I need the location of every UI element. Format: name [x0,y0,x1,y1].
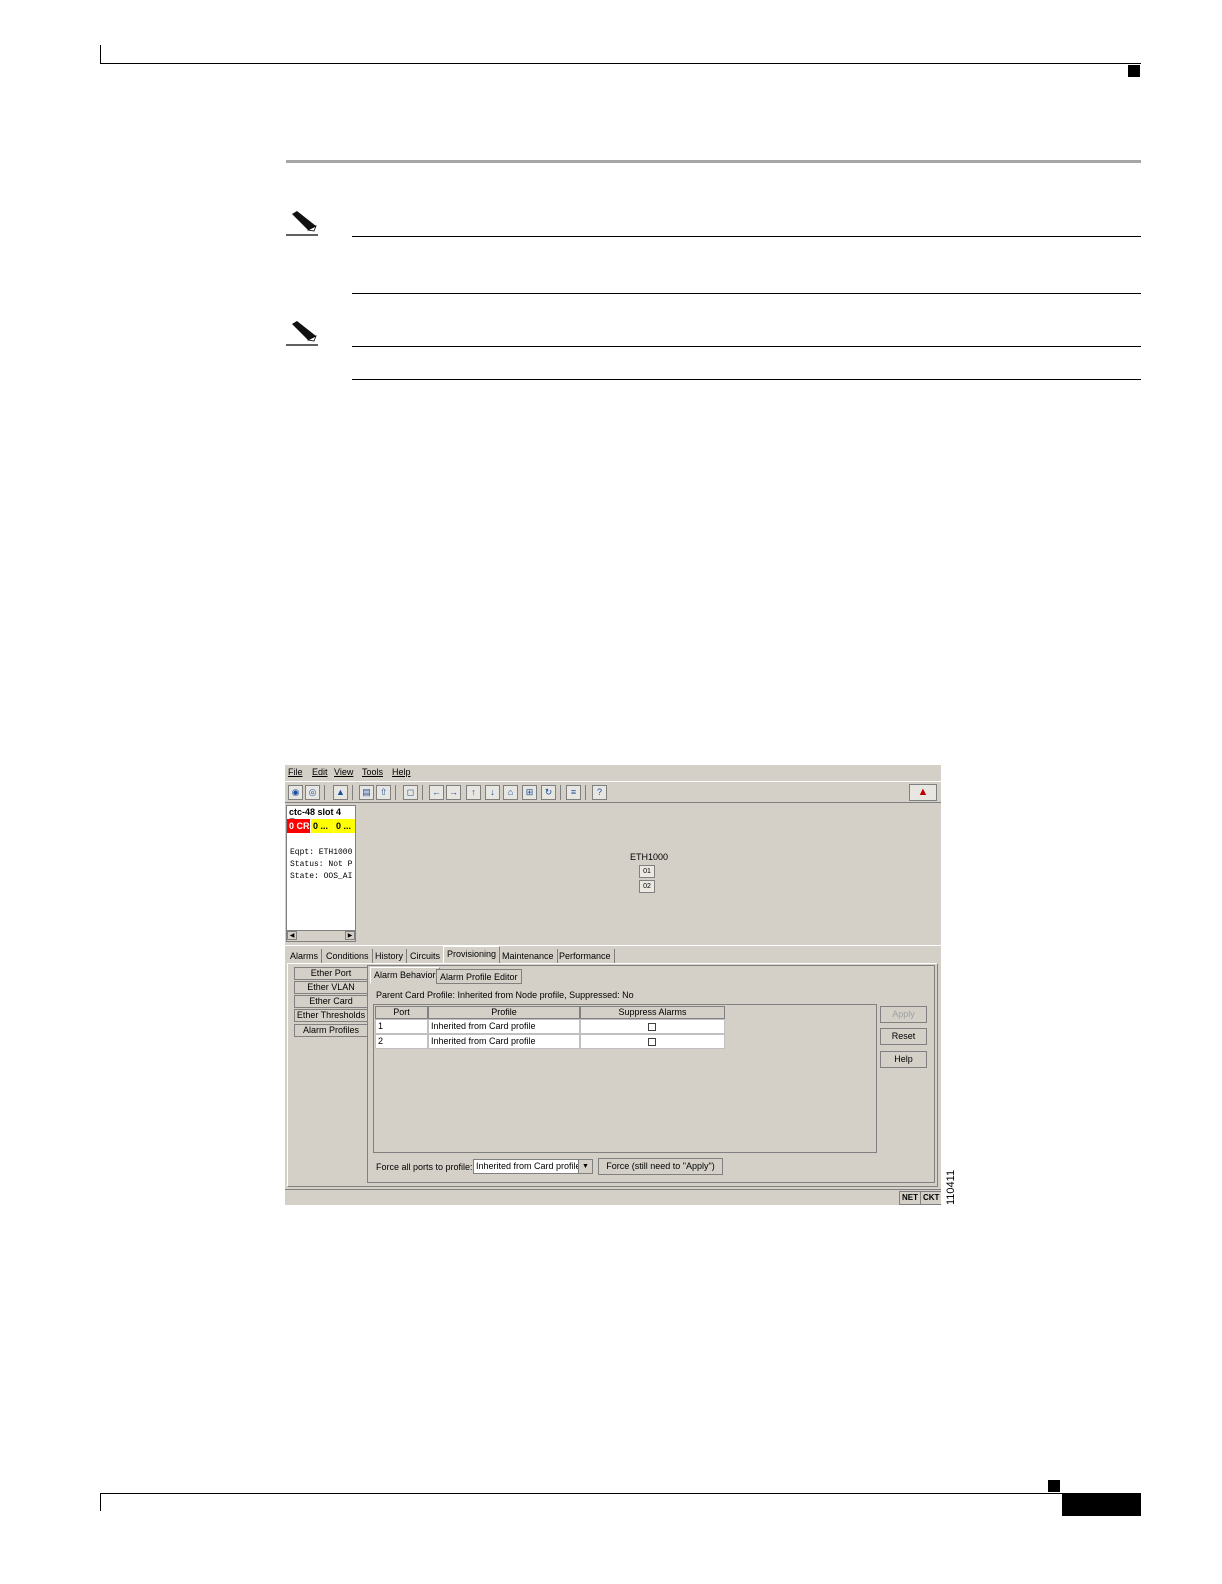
note-rule-top [352,236,1141,237]
ckt-status[interactable]: CKT [920,1191,941,1205]
card-view: ETH1000 01 02 [357,805,941,942]
net-status[interactable]: NET [899,1191,921,1205]
minor-alarm-badge: 0 ... [334,819,355,833]
tab-alarms[interactable]: Alarms [287,949,323,963]
tab-history[interactable]: History [372,949,408,963]
scroll-left-icon[interactable]: ◀ [287,931,297,940]
section-rule [286,160,1141,163]
alarm-bell-icon[interactable]: ▲ [909,784,937,801]
back-arrow-icon[interactable]: ← [429,785,444,800]
zoom-icon[interactable]: ⊞ [522,785,537,800]
status-bar: NET CKT [285,1189,941,1205]
port-profile-table: Port Profile Suppress Alarms 1 Inherited… [373,1004,877,1153]
force-profile-select[interactable]: Inherited from Card profile ▼ [473,1159,593,1174]
critical-alarm-badge: 0 CR [287,819,310,833]
reset-button[interactable]: Reset [880,1028,927,1045]
page-number-block [1062,1493,1141,1516]
properties-icon[interactable]: ◻ [403,785,418,800]
card-label: ETH1000 [630,852,669,862]
footer-marker [1048,1480,1060,1492]
tab-provisioning[interactable]: Provisioning [443,946,501,964]
menu-help[interactable]: Help [392,767,411,777]
globe-icon[interactable]: ◉ [288,785,303,800]
note-rule-bottom [352,379,1141,380]
port-01[interactable]: 01 [639,865,655,878]
suppress-checkbox[interactable] [648,1038,656,1046]
node-info-panel: ctc-48 slot 4 E... 0 CR 0 ... 0 ... Eqpt… [286,805,356,942]
ether-card-button[interactable]: Ether Card [294,995,368,1008]
ctc-window: File Edit View Tools Help ◉ ◎ ▲ ▤ ⇧ ◻ ← … [285,765,941,1205]
alarm-profiles-button[interactable]: Alarm Profiles [294,1024,368,1037]
scroll-right-icon[interactable]: ▶ [345,931,355,940]
chevron-down-icon[interactable]: ▼ [578,1160,592,1173]
footer-rule [100,1493,1141,1494]
parent-card-profile: Parent Card Profile: Inherited from Node… [376,990,634,1000]
main-tabs: Alarms Conditions History Circuits Provi… [285,945,941,964]
help-icon[interactable]: ? [592,785,607,800]
table-cell-suppress [580,1019,725,1034]
horizontal-scrollbar[interactable]: ◀ ▶ [287,930,355,941]
column-header-port[interactable]: Port [375,1006,428,1019]
lock-icon[interactable]: ▲ [333,785,348,800]
column-header-suppress[interactable]: Suppress Alarms [580,1006,725,1019]
column-header-profile[interactable]: Profile [428,1006,580,1019]
menu-bar: File Edit View Tools Help [285,765,941,781]
apply-button[interactable]: Apply [880,1006,927,1023]
forward-arrow-icon[interactable]: → [446,785,461,800]
alarm-profile-panel: Alarm Behavior Alarm Profile Editor Pare… [367,965,935,1183]
span-icon[interactable]: ≡ [566,785,581,800]
table-cell-port: 1 [375,1019,428,1034]
tab-conditions[interactable]: Conditions [323,949,373,963]
tab-circuits[interactable]: Circuits [407,949,445,963]
export-icon[interactable]: ⇧ [376,785,391,800]
force-select-value: Inherited from Card profile [476,1161,581,1171]
note-pencil-icon [286,320,320,346]
force-button[interactable]: Force (still need to "Apply") [598,1158,723,1175]
equipment-line: Eqpt: ETH1000 [290,848,353,857]
menu-view[interactable]: View [334,767,353,777]
down-arrow-icon[interactable]: ↓ [485,785,500,800]
note-rule-bottom [352,293,1141,294]
tab-alarm-behavior[interactable]: Alarm Behavior [370,967,440,984]
help-button[interactable]: Help [880,1051,927,1068]
print-icon[interactable]: ▤ [359,785,374,800]
toolbar: ◉ ◎ ▲ ▤ ⇧ ◻ ← → ↑ ↓ ⌂ ⊞ ↻ ≡ ? ▲ [285,781,941,803]
menu-file[interactable]: File [288,767,303,777]
refresh-icon[interactable]: ↻ [541,785,556,800]
note-rule-top [352,346,1141,347]
ether-thresholds-button[interactable]: Ether Thresholds [294,1009,368,1022]
table-cell-profile[interactable]: Inherited from Card profile [428,1034,580,1049]
network-icon[interactable]: ◎ [305,785,320,800]
header-tick [100,45,101,64]
major-alarm-badge: 0 ... [311,819,333,833]
header-rule [100,63,1141,64]
tab-alarm-profile-editor[interactable]: Alarm Profile Editor [436,969,522,984]
menu-edit[interactable]: Edit [312,767,328,777]
table-cell-suppress [580,1034,725,1049]
ether-port-button[interactable]: Ether Port [294,967,368,980]
suppress-checkbox[interactable] [648,1023,656,1031]
force-label: Force all ports to profile: [376,1162,473,1172]
note-pencil-icon [286,210,320,236]
table-cell-profile[interactable]: Inherited from Card profile [428,1019,580,1034]
header-marker [1128,65,1140,77]
menu-tools[interactable]: Tools [362,767,383,777]
table-cell-port: 2 [375,1034,428,1049]
up-arrow-icon[interactable]: ↑ [466,785,481,800]
port-02[interactable]: 02 [639,880,655,893]
ether-vlan-button[interactable]: Ether VLAN [294,981,368,994]
status-line: Status: Not P [290,860,353,869]
figure-number: 110411 [945,1169,957,1205]
tab-maintenance[interactable]: Maintenance [499,949,558,963]
home-icon[interactable]: ⌂ [503,785,518,800]
footer-tick [100,1493,101,1511]
tab-performance[interactable]: Performance [556,949,615,963]
state-line: State: OOS_AI [290,872,353,881]
